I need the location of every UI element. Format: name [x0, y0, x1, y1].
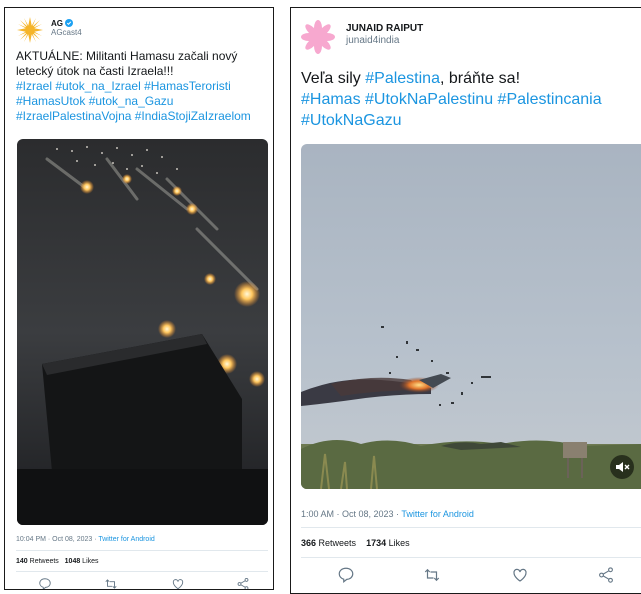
tweet-text: AKTUÁLNE: Militanti Hamasu začali nový l…: [16, 49, 270, 124]
divider: [16, 550, 268, 551]
like-button[interactable]: [171, 577, 185, 589]
aircraft-explosion-video: [301, 144, 641, 489]
share-icon: [599, 567, 613, 583]
like-count[interactable]: 1734 Likes: [366, 538, 410, 548]
reply-icon: [39, 578, 51, 589]
retweet-count-label: Retweets: [316, 538, 357, 548]
reply-icon: [338, 567, 354, 583]
like-count-value: 1048: [64, 558, 81, 565]
retweet-count[interactable]: 366 Retweets: [301, 538, 356, 548]
like-icon: [513, 568, 527, 582]
reply-button[interactable]: [38, 577, 52, 589]
avatar[interactable]: [16, 16, 44, 44]
mute-button[interactable]: [610, 455, 634, 479]
hashtag-palestina[interactable]: #Palestina: [365, 70, 440, 87]
tweet-actions: [16, 576, 268, 589]
share-icon: [237, 578, 249, 589]
reply-button[interactable]: [337, 566, 355, 584]
retweet-count[interactable]: 140 Retweets: [16, 558, 59, 565]
tweet-media-image[interactable]: [17, 139, 268, 525]
author-name-text[interactable]: AG: [51, 19, 63, 28]
avatar[interactable]: [301, 20, 335, 54]
share-button[interactable]: [597, 566, 615, 584]
tweet-stats: 140 Retweets 1048 Likes: [16, 558, 99, 565]
divider: [301, 557, 641, 558]
mute-icon: [616, 462, 630, 472]
timestamp-text[interactable]: 1:00 AM · Oct 08, 2023 ·: [301, 509, 401, 519]
retweet-count-value: 140: [16, 558, 28, 565]
like-count-label: Likes: [386, 538, 410, 548]
timestamp-text[interactable]: 10:04 PM · Oct 08, 2023 ·: [16, 536, 98, 543]
retweet-button[interactable]: [104, 577, 118, 589]
tweet-actions: [301, 565, 641, 587]
tweet-card-junaid: JUNAID RAIPUT junaid4india Veľa sily #Pa…: [290, 7, 641, 594]
divider: [16, 571, 268, 572]
tweet-card-ag: AG AGcast4 AKTUÁLNE: Militanti Hamasu za…: [4, 7, 274, 590]
retweet-button[interactable]: [423, 566, 441, 584]
tweet-text: Veľa sily #Palestina, bráňte sa! #Hamas …: [301, 68, 641, 131]
author-name[interactable]: JUNAID RAIPUT: [346, 23, 423, 34]
tweet-text-plain: AKTUÁLNE: Militanti Hamasu začali nový l…: [16, 49, 238, 78]
author-name[interactable]: AG: [51, 19, 74, 28]
tweet-source[interactable]: Twitter for Android: [401, 509, 474, 519]
tweet-stats: 366 Retweets 1734 Likes: [301, 538, 410, 548]
tweet-media-video[interactable]: [301, 144, 641, 489]
like-icon: [172, 579, 184, 589]
rocket-barrage-image: [17, 139, 268, 525]
hashtag-list[interactable]: #Hamas #UtokNaPalestinu #Palestincania #…: [301, 91, 602, 129]
verified-badge-icon: [65, 19, 74, 27]
retweet-icon: [105, 579, 117, 589]
tweet-text-plain-2: , bráňte sa!: [439, 70, 521, 87]
hashtag-list[interactable]: #Izrael #utok_na_Izrael #HamasTeroristi …: [16, 79, 251, 123]
like-count[interactable]: 1048 Likes: [65, 558, 99, 565]
retweet-count-label: Retweets: [27, 558, 59, 565]
share-button[interactable]: [236, 577, 250, 589]
tweet-text-plain: Veľa sily: [301, 70, 366, 87]
retweet-count-value: 366: [301, 538, 317, 548]
tweet-timestamp: 1:00 AM · Oct 08, 2023 · Twitter for And…: [301, 509, 474, 519]
like-count-label: Likes: [80, 558, 99, 565]
retweet-icon: [424, 568, 440, 582]
like-count-value: 1734: [366, 538, 387, 548]
divider: [301, 527, 641, 528]
tweet-timestamp: 10:04 PM · Oct 08, 2023 · Twitter for An…: [16, 536, 155, 543]
author-handle[interactable]: junaid4india: [346, 35, 399, 46]
author-handle[interactable]: AGcast4: [51, 28, 82, 37]
like-button[interactable]: [511, 566, 529, 584]
tweet-source[interactable]: Twitter for Android: [98, 536, 154, 543]
